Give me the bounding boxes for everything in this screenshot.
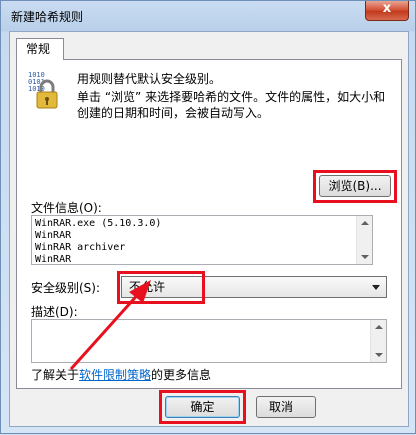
tab-general[interactable]: 常规 bbox=[16, 38, 64, 60]
file-info-line: WinRAR.exe (5.10.3.0) bbox=[35, 218, 162, 229]
software-restriction-link[interactable]: 软件限制策略 bbox=[79, 368, 151, 382]
dialog-client: 常规 1010 0101 1010 用规则替代默认安全级别。 单击 “浏览” 来… bbox=[9, 31, 409, 427]
window-title: 新建哈希规则 bbox=[11, 10, 84, 24]
chevron-down-icon bbox=[372, 285, 380, 290]
dialog-window: 新建哈希规则 x 常规 1010 0101 1010 用规则替代默认安全级别。 … bbox=[0, 0, 416, 434]
description-label: 描述(D): bbox=[31, 305, 78, 319]
scroll-down-icon[interactable] bbox=[375, 353, 383, 357]
description-scrollbar[interactable] bbox=[370, 320, 386, 362]
file-info-box[interactable]: WinRAR.exe (5.10.3.0) WinRAR WinRAR arch… bbox=[31, 215, 373, 265]
close-icon: x bbox=[382, 1, 392, 16]
file-info-line: WinRAR bbox=[35, 254, 72, 265]
rule-description-line1: 用规则替代默认安全级别。 bbox=[77, 72, 222, 86]
cancel-button[interactable]: 取消 bbox=[256, 396, 316, 418]
file-info-line: WinRAR bbox=[35, 230, 72, 241]
scroll-down-icon[interactable] bbox=[361, 255, 369, 259]
info-prefix: 了解关于 bbox=[31, 368, 80, 382]
rule-description-line2: 单击 “浏览” 来选择要哈希的文件。文件的属性，如大小和创建的日期和时间，会被自… bbox=[77, 90, 386, 120]
highlight-ok bbox=[159, 390, 246, 424]
title-bar[interactable]: 新建哈希规则 x bbox=[1, 1, 415, 31]
file-info-label: 文件信息(O): bbox=[31, 201, 102, 215]
highlight-security-level bbox=[117, 271, 205, 304]
scroll-up-icon[interactable] bbox=[375, 325, 383, 329]
info-suffix: 的更多信息 bbox=[151, 368, 212, 382]
close-button[interactable]: x bbox=[365, 1, 409, 21]
scroll-up-icon[interactable] bbox=[361, 221, 369, 225]
highlight-browse bbox=[313, 170, 397, 203]
file-info-scrollbar[interactable] bbox=[356, 216, 372, 264]
lock-binary-icon: 1010 0101 1010 bbox=[28, 71, 58, 109]
description-input[interactable] bbox=[31, 319, 387, 363]
file-info-line: WinRAR archiver bbox=[35, 242, 126, 253]
info-line: 了解关于软件限制策略的更多信息 bbox=[31, 366, 211, 383]
tab-panel-general: 1010 0101 1010 用规则替代默认安全级别。 单击 “浏览” 来选择要… bbox=[16, 59, 402, 389]
security-level-label: 安全级别(S): bbox=[31, 281, 101, 295]
